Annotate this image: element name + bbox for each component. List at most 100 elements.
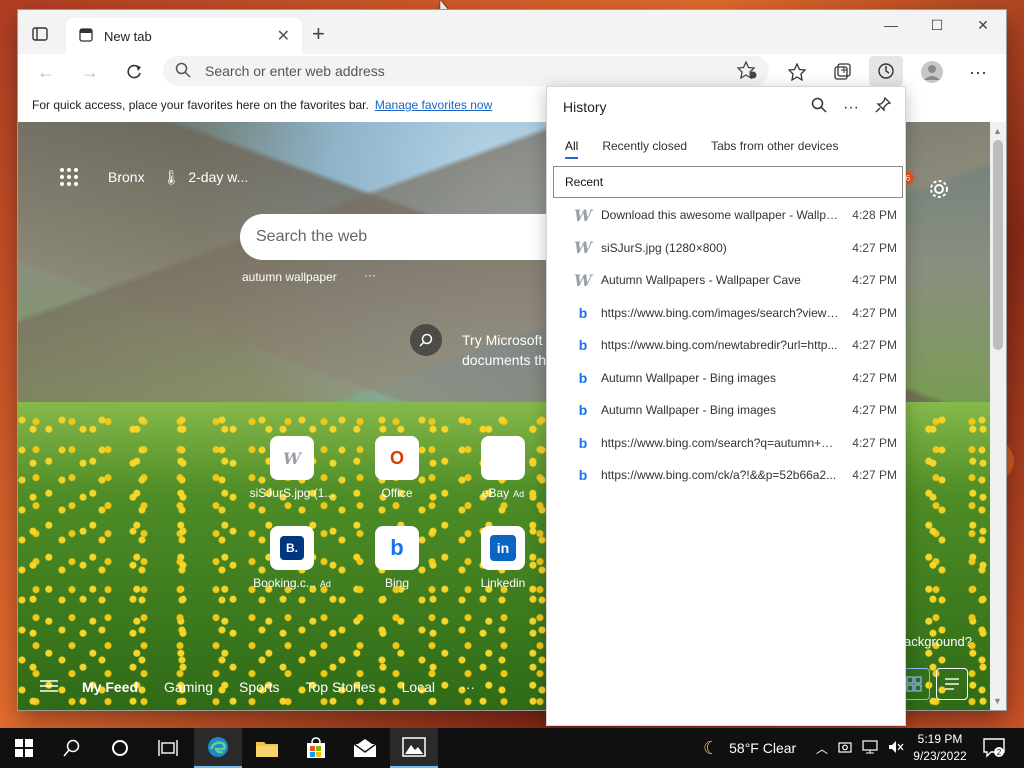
add-favorite-icon[interactable] bbox=[736, 59, 757, 82]
history-item[interactable]: b https://www.bing.com/search?q=autumn+w… bbox=[553, 427, 903, 460]
mail-icon[interactable] bbox=[341, 728, 389, 768]
tray-weather-label: 58°F Clear bbox=[729, 740, 797, 756]
manage-favorites-link[interactable]: Manage favorites now bbox=[375, 98, 492, 112]
app-launcher-icon[interactable] bbox=[60, 168, 78, 186]
cortana-icon[interactable] bbox=[96, 728, 144, 768]
maximize-button[interactable]: ☐ bbox=[914, 10, 960, 40]
history-item-time: 4:27 PM bbox=[852, 305, 897, 320]
quick-link-tile[interactable]: 🛍 eBay Ad bbox=[458, 436, 548, 500]
tab-new-tab[interactable]: New tab ✕ bbox=[66, 18, 302, 54]
scrollbar-thumb[interactable] bbox=[993, 140, 1003, 350]
quick-link-tile[interactable]: in Linkedin bbox=[458, 526, 548, 590]
history-item-title: siSJurS.jpg (1280×800) bbox=[601, 240, 727, 255]
tile-label: Booking.c... bbox=[253, 576, 316, 590]
web-search-box[interactable]: Search the web bbox=[240, 214, 580, 260]
taskbar-search-icon[interactable] bbox=[48, 728, 96, 768]
scroll-down-icon[interactable]: ▼ bbox=[993, 696, 1002, 706]
visual-search-icon[interactable] bbox=[410, 324, 442, 356]
history-item[interactable]: W Autumn Wallpapers - Wallpaper Cave 4:2… bbox=[553, 264, 903, 297]
system-clock[interactable]: 5:19 PM 9/23/2022 bbox=[912, 731, 968, 765]
file-explorer-icon[interactable] bbox=[243, 728, 291, 768]
history-tab-all[interactable]: All bbox=[565, 139, 579, 159]
store-icon[interactable] bbox=[292, 728, 340, 768]
history-more-icon[interactable]: ··· bbox=[843, 99, 859, 117]
history-item[interactable]: b https://www.bing.com/ck/a?!&&p=52b66a2… bbox=[553, 459, 903, 492]
background-prompt[interactable]: ackground? bbox=[904, 634, 972, 649]
history-item-time: 4:27 PM bbox=[852, 240, 897, 255]
chevron-up-icon[interactable]: ︿ bbox=[816, 740, 828, 757]
history-item[interactable]: W Download this awesome wallpaper - Wall… bbox=[553, 199, 903, 232]
search-history-icon[interactable] bbox=[811, 97, 827, 118]
address-input[interactable]: Search or enter web address bbox=[205, 63, 737, 79]
web-search-input[interactable]: Search the web bbox=[256, 228, 367, 246]
pin-icon[interactable] bbox=[875, 96, 892, 118]
settings-more-icon[interactable]: ··· bbox=[966, 60, 990, 84]
quick-link-tile[interactable]: O Office bbox=[352, 436, 442, 500]
close-tab-icon[interactable]: ✕ bbox=[277, 26, 290, 46]
tab-actions-icon[interactable] bbox=[30, 24, 50, 44]
photos-icon[interactable] bbox=[390, 728, 438, 768]
camera-icon[interactable] bbox=[838, 740, 852, 757]
task-view-icon[interactable] bbox=[144, 728, 192, 768]
suggestion-more-icon[interactable]: ··· bbox=[364, 268, 376, 282]
bing-icon: b bbox=[578, 369, 588, 386]
minimize-button[interactable]: — bbox=[868, 10, 914, 40]
edge-taskbar-icon[interactable] bbox=[194, 728, 242, 768]
tile-label: Linkedin bbox=[480, 576, 526, 590]
network-icon[interactable] bbox=[862, 739, 878, 757]
history-tab-other-devices[interactable]: Tabs from other devices bbox=[711, 139, 838, 159]
back-button[interactable]: ← bbox=[34, 60, 58, 84]
bing-icon: b bbox=[375, 526, 419, 570]
refresh-button[interactable] bbox=[122, 60, 146, 84]
page-scrollbar[interactable]: ▲ ▼ bbox=[990, 122, 1006, 710]
history-icon[interactable] bbox=[869, 56, 903, 86]
history-tab-recently-closed[interactable]: Recently closed bbox=[602, 139, 687, 159]
wallpapercave-icon: W bbox=[270, 436, 314, 480]
promo-text[interactable]: Try Microsoft documents th bbox=[462, 330, 546, 370]
location-label[interactable]: Bronx bbox=[108, 169, 145, 185]
notification-center-icon[interactable]: 2 bbox=[972, 728, 1016, 768]
feed-tab-my-feed[interactable]: My Feed bbox=[82, 679, 138, 695]
volume-muted-icon[interactable] bbox=[888, 740, 904, 757]
feed-more-icon[interactable]: ··· bbox=[461, 679, 475, 695]
weather-widget[interactable]: 🌡 2-day w... bbox=[163, 169, 249, 186]
quick-link-tile[interactable]: W siSJurS.jpg (1... bbox=[247, 436, 337, 500]
search-icon bbox=[175, 62, 191, 81]
quick-link-tile[interactable]: B. Booking.c... Ad bbox=[247, 526, 337, 590]
quick-link-tile[interactable]: b Bing bbox=[352, 526, 442, 590]
wallpapercave-icon: W bbox=[574, 270, 592, 290]
forward-button[interactable]: → bbox=[78, 60, 102, 84]
start-button[interactable] bbox=[0, 728, 48, 768]
address-bar[interactable]: Search or enter web address bbox=[163, 56, 769, 86]
weather-tray[interactable]: ☾ 58°F Clear bbox=[703, 728, 796, 768]
scroll-up-icon[interactable]: ▲ bbox=[993, 126, 1002, 136]
history-item-time: 4:28 PM bbox=[852, 208, 897, 223]
history-item[interactable]: b Autumn Wallpaper - Bing images 4:27 PM bbox=[553, 394, 903, 427]
history-item[interactable]: b https://www.bing.com/images/search?vie… bbox=[553, 297, 903, 330]
profile-avatar-icon[interactable] bbox=[920, 60, 944, 84]
history-item[interactable]: b Autumn Wallpaper - Bing images 4:27 PM bbox=[553, 362, 903, 395]
close-window-button[interactable]: ✕ bbox=[960, 10, 1006, 40]
hamburger-menu-icon[interactable] bbox=[40, 679, 58, 696]
favorites-icon[interactable] bbox=[786, 60, 810, 84]
collections-icon[interactable] bbox=[830, 60, 854, 84]
feed-tab-gaming[interactable]: Gaming bbox=[164, 679, 213, 695]
ebay-icon: 🛍 bbox=[481, 436, 525, 480]
page-settings-icon[interactable] bbox=[928, 178, 950, 205]
linkedin-icon: in bbox=[481, 526, 525, 570]
history-title: History bbox=[563, 99, 607, 115]
history-item-title: https://www.bing.com/search?q=autumn+w..… bbox=[601, 435, 839, 450]
search-suggestion[interactable]: autumn wallpaper bbox=[242, 270, 337, 284]
history-item[interactable]: b https://www.bing.com/newtabredir?url=h… bbox=[553, 329, 903, 362]
new-tab-button[interactable]: + bbox=[312, 23, 325, 45]
feed-tab-local[interactable]: Local bbox=[402, 679, 435, 695]
tile-label: eBay bbox=[481, 486, 510, 500]
recent-section-header[interactable]: Recent bbox=[553, 166, 903, 198]
feed-tab-sports[interactable]: Sports bbox=[239, 679, 279, 695]
history-item[interactable]: W siSJurS.jpg (1280×800) 4:27 PM bbox=[553, 232, 903, 265]
feed-tab-top-stories[interactable]: Top Stories bbox=[306, 679, 376, 695]
history-item-time: 4:27 PM bbox=[852, 435, 897, 450]
thermometer-icon: 🌡 bbox=[162, 168, 181, 185]
tab-page-icon bbox=[78, 27, 94, 46]
toolbar: ← → Search or enter web address ··· bbox=[18, 54, 1006, 88]
